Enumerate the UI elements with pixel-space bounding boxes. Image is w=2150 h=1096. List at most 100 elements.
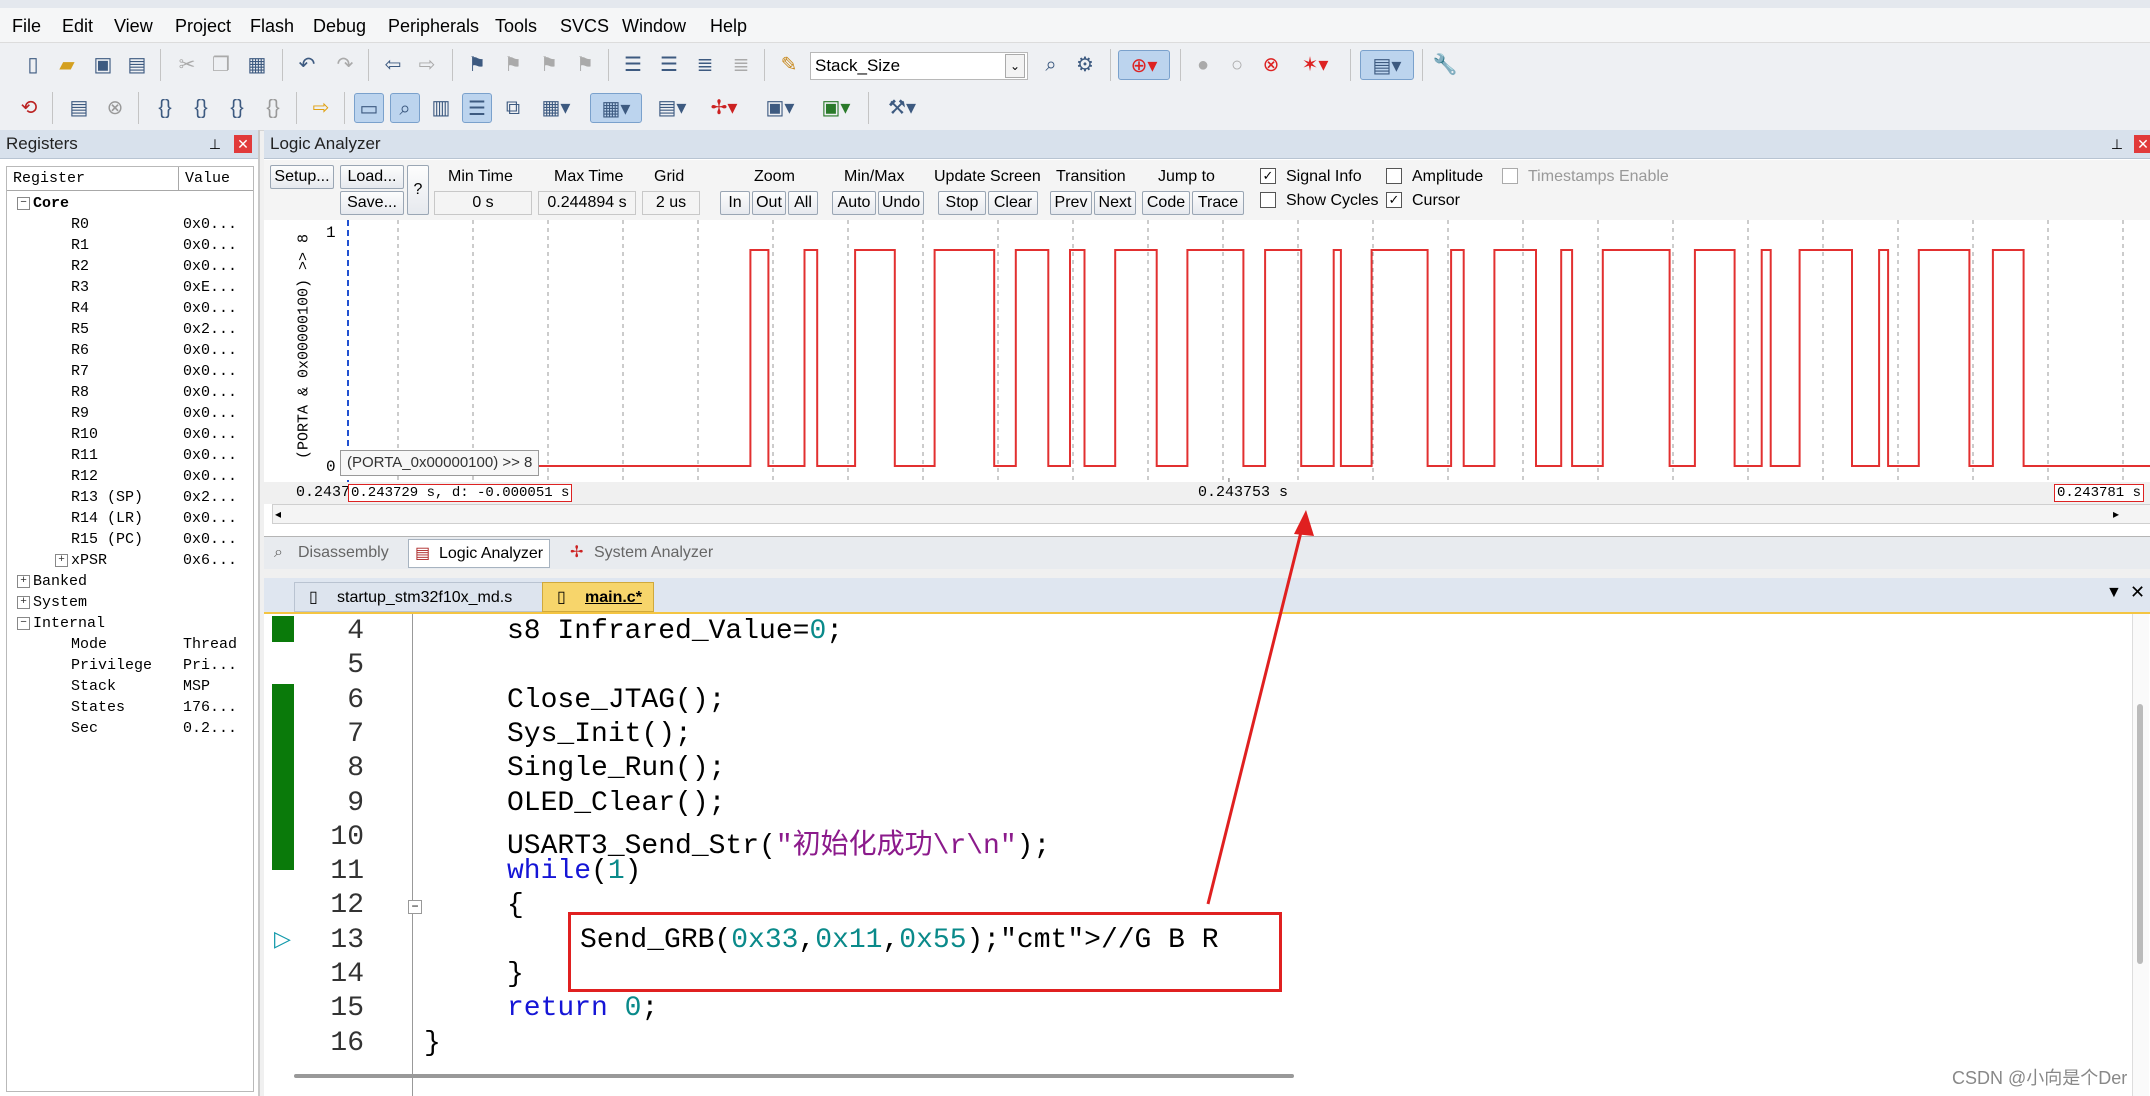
close-editor-icon[interactable]: ✕ xyxy=(2130,582,2145,603)
menu-tools[interactable]: Tools xyxy=(495,16,537,37)
menu-debug[interactable]: Debug xyxy=(313,16,366,37)
register-value[interactable]: Thread xyxy=(183,634,237,655)
register-row[interactable]: R1 0x0... xyxy=(7,235,253,256)
save-button[interactable]: Save... xyxy=(340,191,404,215)
register-row[interactable]: R12 0x0... xyxy=(7,466,253,487)
menu-svcs[interactable]: SVCS xyxy=(560,16,609,37)
stop-icon[interactable]: ⊗ xyxy=(100,93,130,123)
paste-icon[interactable]: ▦ xyxy=(242,50,272,80)
trace-window-icon[interactable]: ▣▾ xyxy=(758,93,802,123)
code-line[interactable]: return 0; xyxy=(507,993,658,1024)
collapse-icon[interactable]: − xyxy=(17,197,30,210)
chevron-down-icon[interactable]: ⌄ xyxy=(1005,54,1025,78)
register-row[interactable]: R3 0xE... xyxy=(7,277,253,298)
register-value[interactable]: 0x0... xyxy=(183,298,237,319)
navigate-forward-icon[interactable]: ⇨ xyxy=(412,50,442,80)
register-row[interactable]: Sec 0.2... xyxy=(7,718,253,739)
help-button[interactable]: ? xyxy=(407,165,429,215)
register-row[interactable]: R14 (LR) 0x0... xyxy=(7,508,253,529)
menu-view[interactable]: View xyxy=(114,16,153,37)
register-row[interactable]: R5 0x2... xyxy=(7,319,253,340)
cut-icon[interactable]: ✂ xyxy=(172,50,202,80)
register-value[interactable]: 0x0... xyxy=(183,340,237,361)
code-line[interactable]: Single_Run(); xyxy=(507,753,725,784)
register-row[interactable]: + xPSR 0x6... xyxy=(7,550,253,571)
incremental-find-icon[interactable]: ⚙ xyxy=(1070,50,1100,80)
command-window-icon[interactable]: ▭ xyxy=(354,93,384,123)
breakpoint-disable-icon[interactable]: ⊗ xyxy=(1256,50,1286,80)
fold-icon[interactable]: − xyxy=(408,900,422,914)
disassembly-window-icon[interactable]: ⌕ xyxy=(390,93,420,123)
tab-logic-analyzer[interactable]: ▤ Logic Analyzer xyxy=(408,539,551,568)
register-row[interactable]: Mode Thread xyxy=(7,634,253,655)
register-value[interactable]: 0x0... xyxy=(183,235,237,256)
unindent-icon[interactable]: ☰ xyxy=(654,50,684,80)
reset-icon[interactable]: ⟲ xyxy=(14,93,44,123)
code-line[interactable]: s8 Infrared_Value=0; xyxy=(507,616,843,647)
indent-icon[interactable]: ☰ xyxy=(618,50,648,80)
pin-icon[interactable]: ⊥ xyxy=(206,135,224,153)
bookmark-icon[interactable]: ⚑ xyxy=(462,50,492,80)
code-line[interactable]: OLED_Clear(); xyxy=(507,788,725,819)
register-value[interactable]: MSP xyxy=(183,676,210,697)
register-row[interactable]: R9 0x0... xyxy=(7,403,253,424)
code-line[interactable]: { xyxy=(507,890,524,921)
register-row[interactable]: R7 0x0... xyxy=(7,361,253,382)
step-icon[interactable]: {} xyxy=(150,93,180,123)
menu-peripherals[interactable]: Peripherals xyxy=(388,16,479,37)
register-row[interactable]: R10 0x0... xyxy=(7,424,253,445)
code-line[interactable]: while(1) xyxy=(507,856,641,887)
code-editor[interactable]: ▷ − 4 s8 Infrared_Value=0; 5 6 Close_JTAG();… xyxy=(264,614,2150,1096)
waveform-area[interactable]: (PORTA_0x00000100) >> 8 xyxy=(340,220,2150,482)
open-folder-icon[interactable]: ▰ xyxy=(52,50,82,80)
comment-icon[interactable]: ≣ xyxy=(690,50,720,80)
run-icon[interactable]: ▤ xyxy=(64,93,94,123)
find-icon[interactable]: ⌕ xyxy=(1036,50,1066,80)
close-icon[interactable]: ✕ xyxy=(234,135,252,153)
registers-window-icon[interactable]: ☰ xyxy=(462,93,492,123)
run-to-cursor-icon[interactable]: {} xyxy=(258,93,288,123)
register-row[interactable]: R15 (PC) 0x0... xyxy=(7,529,253,550)
next-bookmark-icon[interactable]: ⚑ xyxy=(534,50,564,80)
register-row[interactable]: + Banked xyxy=(7,571,253,592)
register-value[interactable]: 0x0... xyxy=(183,256,237,277)
editor-horizontal-scrollbar[interactable] xyxy=(294,1074,2124,1082)
register-row[interactable]: Privilege Pri... xyxy=(7,655,253,676)
register-row[interactable]: R0 0x0... xyxy=(7,214,253,235)
load-button[interactable]: Load... xyxy=(340,165,404,189)
zoom-out-button[interactable]: Out xyxy=(752,191,786,215)
menu-edit[interactable]: Edit xyxy=(62,16,93,37)
code-line[interactable]: } xyxy=(507,959,524,990)
register-row[interactable]: − Core xyxy=(7,193,253,214)
tab-system-analyzer[interactable]: ✢ System Analyzer xyxy=(564,539,719,566)
show-next-statement-icon[interactable]: ⇨ xyxy=(306,93,336,123)
cursor-checkbox[interactable]: ✓ xyxy=(1386,192,1402,208)
analysis-window-icon[interactable]: ✢▾ xyxy=(702,93,746,123)
step-over-icon[interactable]: {} xyxy=(186,93,216,123)
menu-help[interactable]: Help xyxy=(710,16,747,37)
register-row[interactable]: Stack MSP xyxy=(7,676,253,697)
undo-icon[interactable]: ↶ xyxy=(292,50,322,80)
register-value[interactable]: 0x0... xyxy=(183,466,237,487)
register-value[interactable]: 0x2... xyxy=(183,487,237,508)
scroll-left-icon[interactable]: ◂ xyxy=(275,505,281,523)
prev-button[interactable]: Prev xyxy=(1050,191,1092,215)
save-all-icon[interactable]: ▤ xyxy=(122,50,152,80)
register-value[interactable]: 0x0... xyxy=(183,529,237,550)
code-line[interactable]: Close_JTAG(); xyxy=(507,685,725,716)
signal-info-checkbox[interactable]: ✓ xyxy=(1260,168,1276,184)
pin-icon[interactable]: ⊥ xyxy=(2108,135,2126,153)
register-value[interactable]: 0x2... xyxy=(183,319,237,340)
configure-icon[interactable]: 🔧 xyxy=(1430,50,1460,80)
amplitude-checkbox[interactable] xyxy=(1386,168,1402,184)
register-value[interactable]: 0x0... xyxy=(183,214,237,235)
scroll-right-icon[interactable]: ▸ xyxy=(2113,505,2119,523)
clear-button[interactable]: Clear xyxy=(988,191,1038,215)
menu-window[interactable]: Window xyxy=(622,16,686,37)
call-stack-icon[interactable]: ⧉ xyxy=(498,93,528,123)
register-value[interactable]: Pri... xyxy=(183,655,237,676)
signal-name[interactable]: (PORTA & 0x00000100) >> 8 xyxy=(296,229,313,465)
collapse-icon[interactable]: − xyxy=(17,617,30,630)
setup-button[interactable]: Setup... xyxy=(270,165,334,189)
stop-button[interactable]: Stop xyxy=(938,191,986,215)
